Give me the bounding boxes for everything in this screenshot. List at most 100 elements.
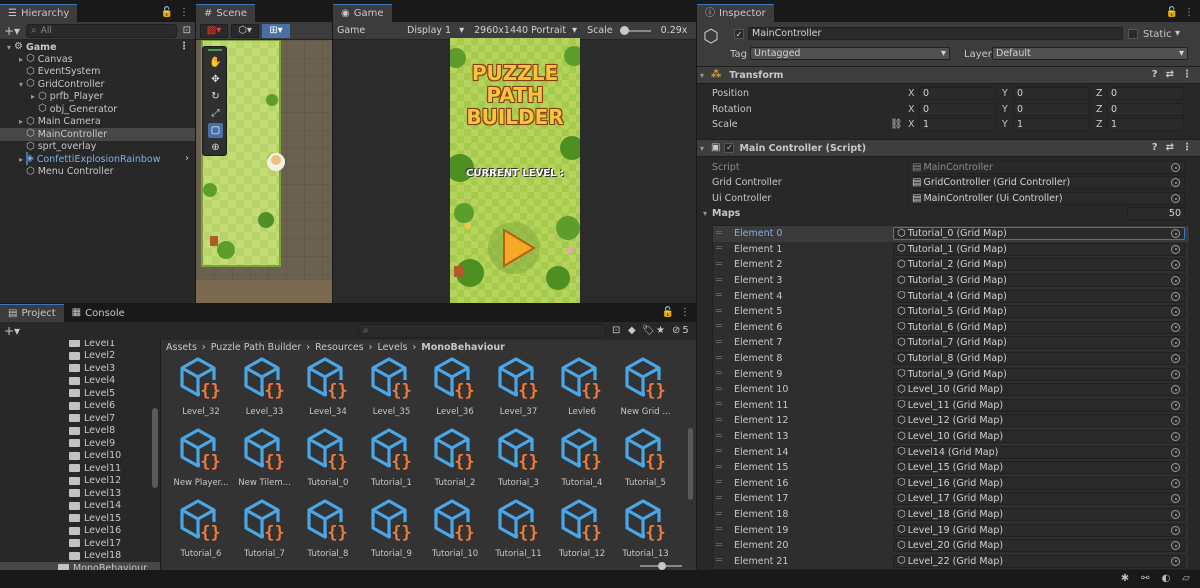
object-picker-icon[interactable] [1171,338,1180,348]
hidden-packages-icon[interactable]: ⊘ 5 [672,326,689,336]
rotation-x-field[interactable]: 0 [919,102,996,116]
display-dropdown[interactable]: Display 1 ▾ [407,25,464,36]
asset-item[interactable]: {} Tutorial_4 [552,427,612,495]
map-element-field[interactable]: ⬡ Level_10 (Grid Map) [893,383,1185,397]
more-menu-icon[interactable]: ⋮ [179,8,189,18]
map-element-field[interactable]: ⬡ Level14 (Grid Map) [893,445,1185,459]
object-picker-icon[interactable] [1171,494,1180,504]
folder-item[interactable]: Level11 [0,462,160,475]
asset-item[interactable]: {} Tutorial_5 [616,427,676,495]
object-picker-icon[interactable] [1171,354,1180,364]
drag-handle-icon[interactable]: ═ [716,228,722,239]
asset-item[interactable]: {} Level_34 [298,356,358,424]
game-view-dropdown[interactable]: Game [337,25,397,36]
breadcrumb-item[interactable]: Assets [166,342,197,353]
object-picker-icon[interactable] [1171,276,1180,286]
object-picker-icon[interactable] [1171,556,1180,566]
asset-item[interactable]: {} Level_33 [235,356,295,424]
project-search-input[interactable]: ⌕ [358,324,606,338]
breadcrumb-item[interactable]: MonoBehaviour [421,342,505,353]
expand-arrow-icon[interactable]: ▾ [4,43,14,52]
object-picker-icon[interactable] [1171,447,1180,457]
drag-handle-icon[interactable]: ═ [716,493,722,504]
asset-item[interactable]: {} Tutorial_10 [425,498,485,558]
folder-item[interactable]: Level6 [0,400,160,413]
breadcrumb-item[interactable]: Resources [315,342,364,353]
network-icon[interactable]: ⚯ [1141,574,1149,584]
chevron-down-icon[interactable]: ▾ [1175,29,1180,39]
folder-item[interactable]: Level16 [0,525,160,538]
asset-item[interactable]: {} Tutorial_7 [235,498,295,558]
asset-item[interactable]: {} Tutorial_3 [489,427,549,495]
asset-item[interactable]: {} Tutorial_11 [489,498,549,558]
map-element-field[interactable]: ⬡ Tutorial_2 (Grid Map) [893,258,1185,272]
folder-item[interactable]: Level14 [0,500,160,513]
drag-handle-icon[interactable]: ═ [716,322,722,332]
transform-tool-icon[interactable]: ⊕ [208,140,223,155]
asset-item[interactable]: {} Levle6 [552,356,612,424]
asset-item[interactable]: {} Tutorial_8 [298,498,358,558]
asset-item[interactable]: {} Level_35 [362,356,422,424]
map-element-field[interactable]: ⬡ Level_18 (Grid Map) [893,508,1185,522]
breadcrumb-item[interactable]: Puzzle Path Builder [211,342,302,353]
drag-handle-icon[interactable]: ═ [716,431,722,442]
hierarchy-item[interactable]: ⬡ obj_Generator [0,103,195,116]
progress-icon[interactable]: ▱ [1182,574,1190,584]
object-picker-icon[interactable] [1171,416,1180,426]
asset-item[interactable]: {} Level_36 [425,356,485,424]
map-element-field[interactable]: ⬡ Tutorial_6 (Grid Map) [893,320,1185,334]
expand-arrow-icon[interactable]: ▸ [16,155,26,164]
map-element-field[interactable]: ⬡ Tutorial_9 (Grid Map) [893,367,1185,381]
expand-arrow-icon[interactable]: ▸ [16,117,26,126]
scale-x-field[interactable]: 1 [919,118,996,132]
active-checkbox[interactable]: ✓ [734,29,744,39]
expand-arrow-icon[interactable]: ▸ [16,55,26,64]
resolution-dropdown[interactable]: 2960x1440 Portrait ▾ [474,25,577,36]
filter-icon[interactable]: ⊡ [183,25,191,36]
drag-handle-icon[interactable]: ═ [716,447,722,457]
folder-item[interactable]: Level12 [0,475,160,488]
more-menu-icon[interactable]: ⋮ [1184,8,1194,18]
more-menu-icon[interactable]: ⋮ [680,308,690,318]
object-picker-icon[interactable] [1171,322,1180,332]
scale-tool-icon[interactable]: ⤢ [208,106,223,121]
object-picker-icon[interactable] [1171,478,1180,488]
drag-handle-icon[interactable]: ═ [716,369,722,379]
map-element-field[interactable]: ⬡ Level_15 (Grid Map) [893,461,1185,475]
position-y-field[interactable]: 0 [1013,87,1090,101]
map-element-field[interactable]: ⬡ Level_11 (Grid Map) [893,398,1185,412]
hierarchy-item[interactable]: ⬡ Menu Controller [0,166,195,179]
expand-arrow-icon[interactable]: ▾ [16,80,26,89]
drag-handle-icon[interactable]: ═ [716,478,722,488]
more-menu-icon[interactable]: ⋮ [1182,70,1192,80]
hierarchy-item[interactable]: ⬡ sprt_overlay [0,141,195,154]
tag-dropdown[interactable]: Untagged ▾ [750,47,950,60]
object-name-field[interactable]: MainController [748,27,1123,40]
filter-type-icon[interactable]: ◆ [628,326,636,336]
hierarchy-item[interactable]: ▸ ⬡ Canvas [0,53,195,66]
drag-handle-icon[interactable]: ═ [716,275,722,286]
ui-controller-field[interactable]: ▤ MainController (Ui Controller) [908,192,1185,206]
bug-icon[interactable]: ✱ [1121,574,1129,584]
object-picker-icon[interactable] [1171,291,1180,301]
drag-handle-icon[interactable]: ═ [716,244,722,254]
folder-item[interactable]: Level3 [0,362,160,375]
more-menu-icon[interactable]: ⋮ [179,42,189,52]
object-picker-icon[interactable] [1171,400,1180,410]
hierarchy-root-game[interactable]: ▾ ⚙ Game ⋮ [0,41,195,54]
object-picker-icon[interactable] [1171,244,1180,254]
layer-dropdown[interactable]: Default ▾ [992,47,1188,60]
transform-header[interactable]: ▾ ⁂ Transform ? ⇄ ⋮ [697,66,1200,84]
object-picker-icon[interactable] [1171,463,1180,473]
asset-item[interactable]: {} New Player... [171,427,231,495]
link-icon[interactable]: ⛓ [890,119,903,130]
map-element-field[interactable]: ⬡ Tutorial_7 (Grid Map) [893,336,1185,350]
folder-item[interactable]: Level5 [0,387,160,400]
hierarchy-item[interactable]: ▾ ⬡ GridController [0,78,195,91]
folder-item[interactable]: Level17 [0,537,160,550]
scene-viewport[interactable]: ✋ ✥ ↻ ⤢ ▢ ⊕ [196,39,332,303]
play-button[interactable] [490,221,538,275]
rect-tool-icon[interactable]: ▢ [208,123,223,138]
expand-arrow-icon[interactable]: ▾ [697,71,707,80]
map-element-field[interactable]: ⬡ Level_19 (Grid Map) [893,523,1185,537]
